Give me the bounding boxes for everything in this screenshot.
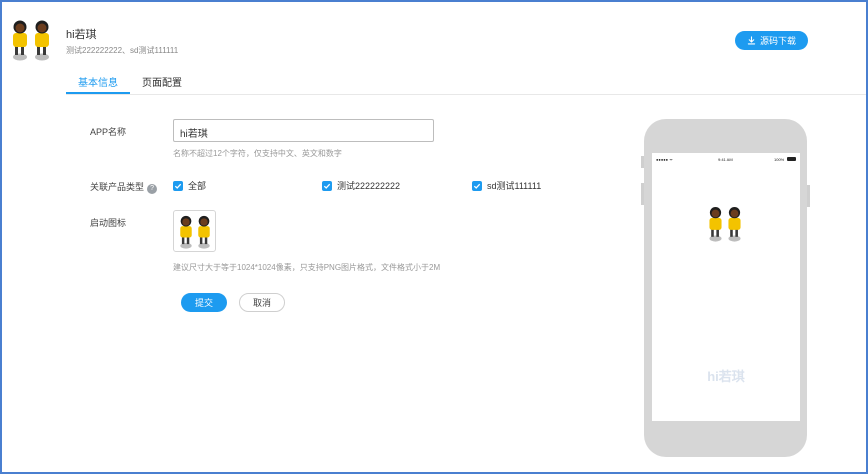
phone-side-button xyxy=(641,183,644,205)
source-download-button[interactable]: 源码下载 xyxy=(735,31,808,50)
status-battery-text: 100% xyxy=(774,157,785,162)
phone-screen: ●●●●● ᯤ 9:41 AM 100% hi若琪 xyxy=(652,153,800,421)
launch-icon-label: 启动图标 xyxy=(90,218,127,228)
checkbox-test-product[interactable]: 测试222222222 xyxy=(322,179,400,192)
submit-button[interactable]: 提交 xyxy=(181,293,227,312)
launch-icon-image xyxy=(180,215,210,249)
download-icon xyxy=(747,36,756,45)
app-description: 测试222222222、sd测试111111 xyxy=(66,46,179,55)
launch-icon-hint: 建议尺寸大于等于1024*1024像素，只支持PNG图片格式，文件格式小于2M xyxy=(173,263,441,272)
app-title: hi若琪 xyxy=(66,29,97,41)
app-name-input[interactable]: hi若琪 xyxy=(173,119,434,142)
splash-app-name: hi若琪 xyxy=(707,369,745,384)
tabs-divider xyxy=(66,94,866,95)
app-name-label: APP名称 xyxy=(90,127,127,137)
tab-page-config[interactable]: 页面配置 xyxy=(130,66,194,94)
checkbox-checked-icon xyxy=(173,180,183,191)
checkbox-sd-test-product[interactable]: sd测试111111 xyxy=(472,179,541,192)
phone-side-button xyxy=(807,185,810,207)
checkbox-all[interactable]: 全部 xyxy=(173,179,206,192)
app-avatar-icon xyxy=(13,20,49,61)
checkbox-checked-icon xyxy=(472,180,482,191)
battery-icon xyxy=(787,157,796,161)
cancel-button[interactable]: 取消 xyxy=(239,293,285,312)
signal-icon: ●●●●● ᯤ xyxy=(656,157,673,162)
product-type-label: 关联产品类型 xyxy=(90,182,145,192)
tab-bar: 基本信息 页面配置 xyxy=(66,66,194,94)
product-type-label-row: 关联产品类型? xyxy=(90,180,158,194)
phone-side-button xyxy=(641,156,644,168)
checkbox-checked-icon xyxy=(322,180,332,191)
source-download-label: 源码下载 xyxy=(759,36,796,46)
launch-icon-upload[interactable] xyxy=(173,210,216,252)
splash-logo-icon xyxy=(709,207,741,242)
tab-basic-info[interactable]: 基本信息 xyxy=(66,66,130,94)
checkbox-label: 测试222222222 xyxy=(337,181,401,191)
status-time: 9:41 AM xyxy=(718,157,733,162)
checkbox-label: 全部 xyxy=(188,181,207,191)
app-name-hint: 名称不超过12个字符，仅支持中文、英文和数字 xyxy=(173,149,342,158)
phone-status-bar: ●●●●● ᯤ 9:41 AM 100% xyxy=(652,153,800,165)
help-icon[interactable]: ? xyxy=(147,184,158,194)
checkbox-label: sd测试111111 xyxy=(487,181,542,191)
